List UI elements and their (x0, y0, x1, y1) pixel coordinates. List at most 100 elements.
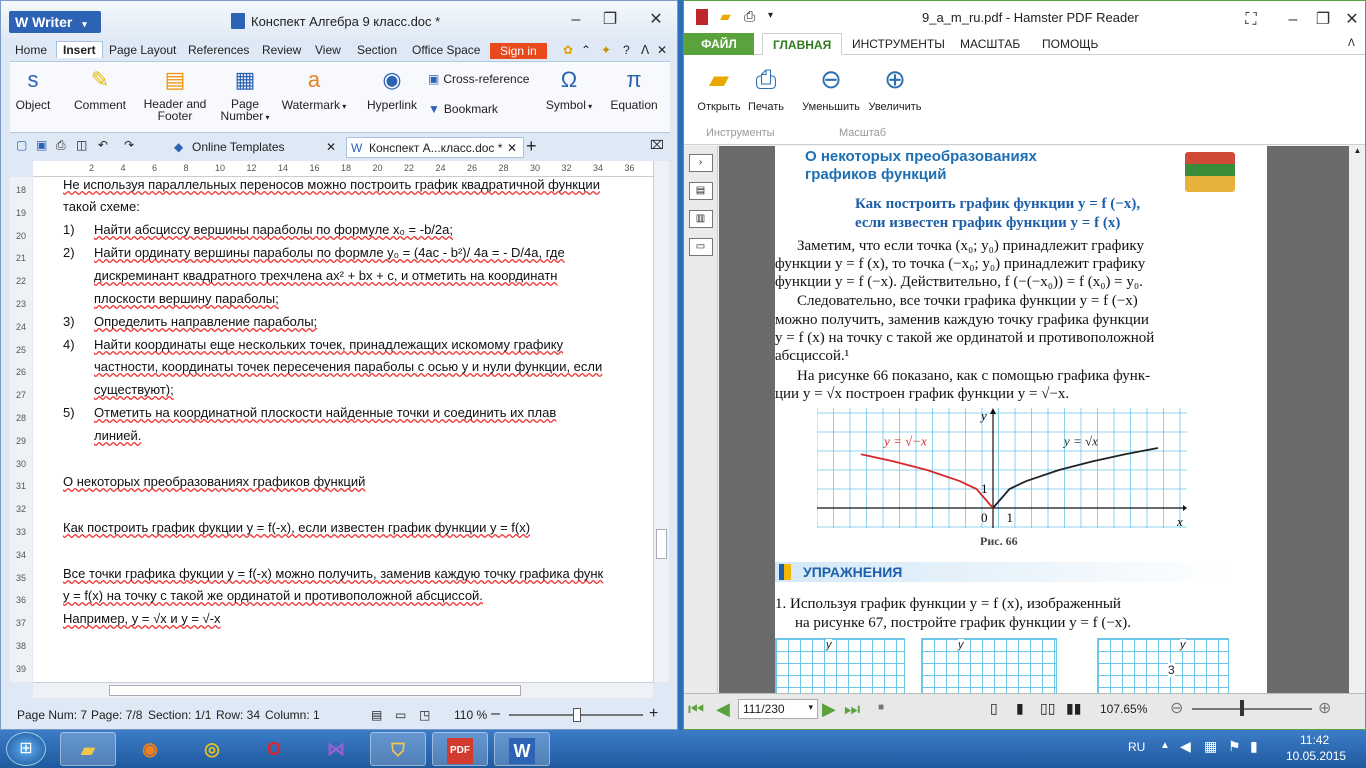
page-number-button[interactable]: ▦ Page Number ▾ (220, 66, 270, 124)
bookmarks-icon[interactable]: ▭ (688, 238, 713, 256)
tab-online-templates[interactable]: ◆ Online Templates ✕ (170, 137, 342, 158)
taskbar-chrome[interactable]: ◎ (184, 732, 240, 766)
print-button[interactable]: ⎙ Печать (744, 63, 788, 113)
scroll-up-icon[interactable]: ▲ (1349, 146, 1365, 155)
zoom-slider-thumb[interactable] (1240, 700, 1244, 716)
open-folder-icon[interactable]: ▰ (720, 8, 731, 25)
save-icon[interactable]: ▣ (36, 138, 47, 152)
zoom-percentage[interactable]: 107.65% (1100, 702, 1147, 716)
clock-time[interactable]: 11:42 (1300, 733, 1329, 747)
ribbon-collapse-icon[interactable]: ᐱ (1338, 33, 1365, 55)
menu-review[interactable]: Review (262, 43, 301, 57)
scroll-thumb[interactable] (109, 685, 521, 696)
menu-section[interactable]: Section (357, 43, 397, 57)
menu-office-space[interactable]: Office Space (412, 43, 480, 57)
vertical-ruler[interactable]: 18 19 20 21 22 23 24 25 26 27 28 29 30 31 32 33 34 35 36 37… (10, 177, 32, 682)
tray-arrow-icon[interactable]: ▲ (1160, 740, 1170, 751)
battery-icon[interactable]: ▮ (1250, 738, 1258, 755)
help-icon[interactable]: ? (623, 43, 630, 57)
menu-home[interactable]: ГЛАВНАЯ (762, 33, 843, 55)
print-icon[interactable]: ⎙ (744, 8, 755, 25)
close-button[interactable]: ✕ (1337, 9, 1365, 33)
menu-home[interactable]: Home (15, 43, 47, 57)
header-footer-button[interactable]: ▤ Header and Footer (140, 66, 210, 122)
single-page-icon[interactable]: ▯ (990, 700, 998, 717)
redo-icon[interactable]: ↷ (124, 138, 134, 152)
page-input[interactable]: 111/230 ▾ (738, 699, 818, 719)
cross-reference-button[interactable]: ▣ Cross-reference (428, 72, 529, 86)
arrow-up-icon[interactable]: ⌃ (581, 43, 591, 57)
taskbar-firefox[interactable]: ◉ (122, 732, 178, 766)
menu-references[interactable]: References (188, 43, 249, 57)
menu-insert[interactable]: Insert (56, 41, 103, 58)
skin-icon[interactable]: ✿ (563, 43, 573, 57)
document-page[interactable]: Не используя параллельных переносов можн… (33, 177, 653, 682)
zoom-level[interactable]: 110 % (454, 708, 487, 722)
scroll-thumb[interactable] (656, 529, 667, 559)
thumbnails-icon[interactable]: ▥ (688, 210, 713, 228)
tab-menu-icon[interactable]: ⌧ (650, 138, 664, 152)
watermark-button[interactable]: a Watermark ▾ (278, 66, 350, 112)
last-page-icon[interactable]: ⏭ (844, 699, 860, 720)
sign-in-button[interactable]: Sign in (490, 43, 547, 59)
taskbar-shield-app[interactable]: ⛉ (370, 732, 426, 766)
menu-file[interactable]: ФАЙЛ (684, 33, 754, 55)
menu-help[interactable]: ПОМОЩЬ (1032, 33, 1108, 55)
expand-icon[interactable]: › (688, 154, 713, 172)
pages-icon[interactable]: ▤ (688, 182, 713, 200)
zoom-out-icon[interactable]: – (491, 705, 500, 723)
flag-icon[interactable]: ⚑ (1228, 738, 1241, 755)
bookmark-button[interactable]: ▼ Bookmark (428, 102, 498, 116)
taskbar-visual-studio[interactable]: ⋈ (308, 732, 364, 766)
taskbar-opera[interactable]: O (246, 732, 302, 766)
stop-icon[interactable]: ■ (878, 702, 884, 713)
open-button[interactable]: ▰ Открыть (694, 63, 744, 113)
new-tab-icon[interactable]: + (526, 136, 537, 157)
full-screen-icon[interactable]: ▭ (395, 708, 406, 722)
zoom-out-button[interactable]: ⊖ Уменьшить (798, 63, 864, 113)
pdf-viewport[interactable]: О некоторых преобразованиях графиков фун… (719, 146, 1349, 693)
speaker-icon[interactable]: ◀ (1180, 738, 1191, 755)
equation-button[interactable]: π Equation (604, 66, 664, 112)
menu-view[interactable]: View (315, 43, 341, 57)
maximize-button[interactable]: ❐ (595, 9, 625, 33)
prev-page-icon[interactable]: ◀ (716, 699, 730, 720)
restore-button[interactable]: ❐ (1308, 9, 1338, 33)
horizontal-scrollbar[interactable] (33, 682, 653, 698)
menu-tools[interactable]: ИНСТРУМЕНТЫ (842, 33, 955, 55)
language-indicator[interactable]: RU (1128, 740, 1145, 754)
lightbulb-icon[interactable]: ✦ (601, 43, 611, 57)
zoom-slider-thumb[interactable] (573, 708, 581, 722)
hyperlink-button[interactable]: ◉ Hyperlink (362, 66, 422, 112)
undo-icon[interactable]: ↶ (98, 138, 108, 152)
zoom-in-button[interactable]: ⊕ Увеличить (864, 63, 926, 113)
ribbon-close-icon[interactable]: ✕ (657, 43, 667, 57)
two-page-icon[interactable]: ▯▯ (1040, 700, 1055, 717)
pin-icon[interactable]: ᐱ (641, 43, 649, 57)
taskbar-explorer[interactable]: ▰ (60, 732, 116, 766)
close-icon[interactable]: ✕ (507, 138, 517, 158)
next-page-icon[interactable]: ▶ (822, 699, 836, 720)
print-icon[interactable]: ⎙ (56, 138, 66, 153)
symbol-button[interactable]: Ω Symbol ▾ (540, 66, 598, 112)
menu-page-layout[interactable]: Page Layout (109, 43, 176, 57)
tab-document[interactable]: W Конспект А...класс.doc * ✕ (346, 137, 524, 158)
print-preview-icon[interactable]: ◫ (76, 138, 87, 152)
comment-button[interactable]: ✎ Comment (70, 66, 130, 112)
pdf-page[interactable]: О некоторых преобразованиях графиков фун… (775, 146, 1267, 693)
close-icon[interactable]: ✕ (326, 137, 336, 157)
web-layout-icon[interactable]: ◳ (419, 708, 430, 722)
new-doc-icon[interactable]: ▢ (16, 138, 27, 152)
first-page-icon[interactable]: ⏮ (688, 699, 704, 720)
clock-date[interactable]: 10.05.2015 (1286, 749, 1346, 763)
writer-app-menu[interactable]: W Writer ▾ (9, 11, 101, 33)
zoom-out-icon[interactable]: ⊖ (1170, 698, 1183, 718)
network-icon[interactable]: ▦ (1204, 738, 1217, 755)
continuous-icon[interactable]: ▮ (1016, 700, 1024, 717)
zoom-slider[interactable] (1192, 708, 1312, 710)
minimize-button[interactable]: – (561, 9, 591, 33)
zoom-in-icon[interactable]: + (649, 705, 658, 723)
menu-scale[interactable]: МАСШТАБ (950, 33, 1030, 55)
minimize-button[interactable]: – (1278, 9, 1308, 33)
horizontal-ruler[interactable]: 2468101214161820222426283032343638 (33, 161, 666, 177)
